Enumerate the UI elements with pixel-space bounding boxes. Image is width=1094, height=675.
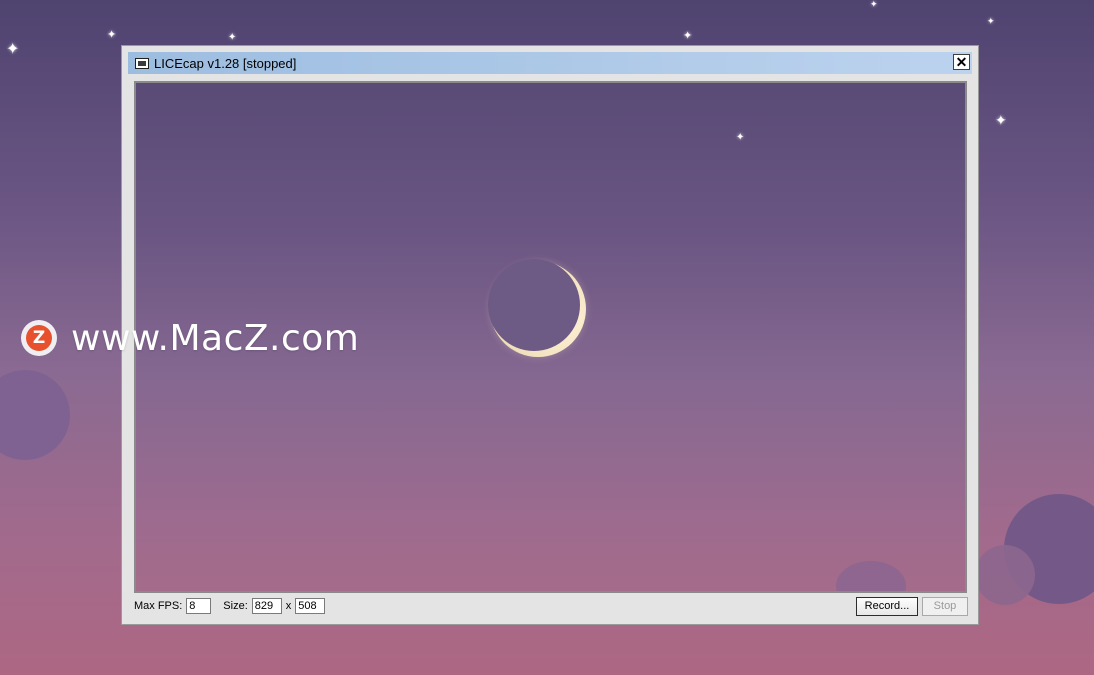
watermark: Z www.MacZ.com — [21, 317, 360, 359]
star-icon: ✦ — [228, 32, 237, 43]
monitor-icon — [135, 57, 149, 69]
star-icon: ✦ — [107, 29, 117, 41]
title-bar[interactable]: LICEcap v1.28 [stopped] ✕ — [128, 52, 972, 74]
cloud-decoration — [975, 545, 1035, 605]
star-icon: ✦ — [995, 112, 1007, 128]
close-button[interactable]: ✕ — [953, 54, 970, 70]
stop-button[interactable]: Stop — [922, 596, 968, 616]
record-button[interactable]: Record... — [856, 596, 918, 616]
star-icon: ✦ — [736, 132, 745, 143]
moon-shadow — [488, 259, 580, 351]
cloud-decoration — [836, 561, 906, 591]
watermark-text: www.MacZ.com — [71, 317, 360, 359]
max-fps-input[interactable]: 8 — [186, 598, 212, 614]
height-input[interactable]: 508 — [295, 598, 326, 614]
control-bar: Max FPS: 8 Size: 829 x 508 Record... Sto… — [134, 596, 968, 616]
width-input[interactable]: 829 — [251, 598, 282, 614]
star-icon: ✦ — [683, 30, 693, 42]
max-fps-label: Max FPS: — [134, 600, 183, 612]
cloud-decoration — [0, 370, 70, 460]
star-icon: ✦ — [987, 16, 995, 26]
star-icon: ✦ — [870, 0, 878, 9]
macz-logo-letter: Z — [26, 325, 52, 351]
size-label: Size: — [223, 600, 248, 612]
star-icon: ✦ — [6, 41, 20, 58]
window-title: LICEcap v1.28 [stopped] — [154, 55, 297, 71]
size-separator: x — [285, 600, 292, 612]
macz-logo-icon: Z — [21, 320, 57, 356]
